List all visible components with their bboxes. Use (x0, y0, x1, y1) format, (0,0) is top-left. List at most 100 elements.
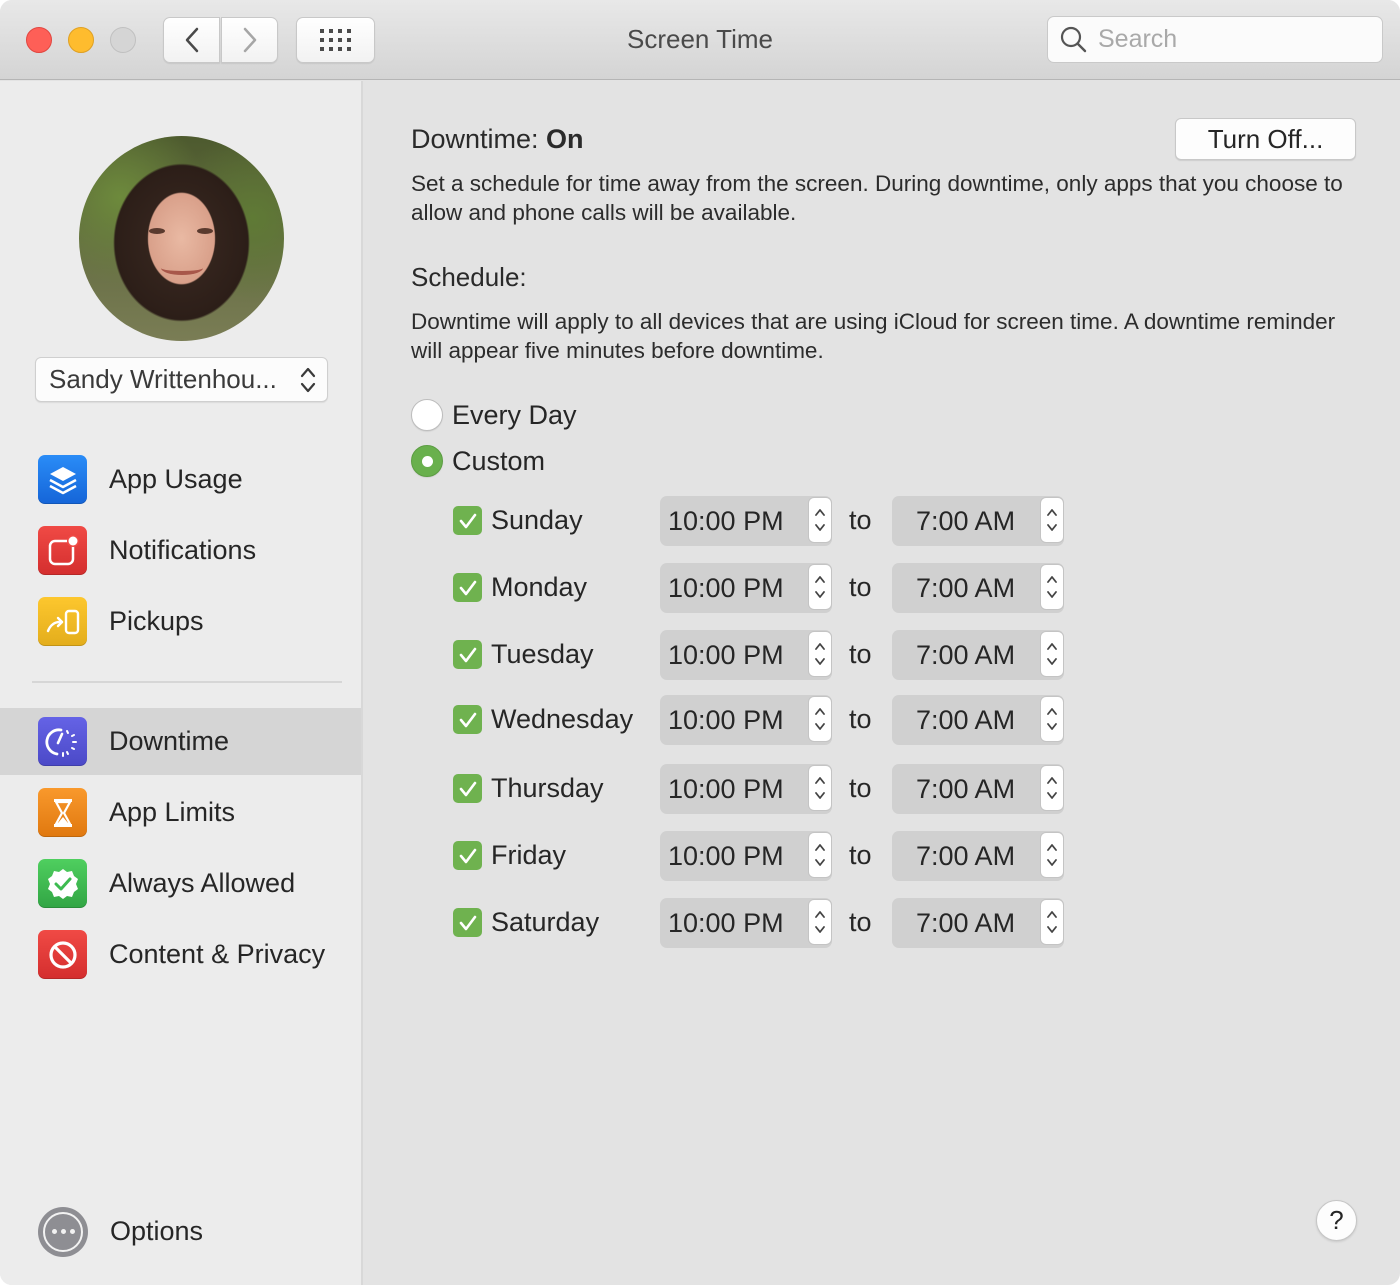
start-time-field[interactable]: 10:00 PM (660, 563, 832, 613)
help-button[interactable]: ? (1316, 1200, 1357, 1241)
checkmark-icon (459, 647, 476, 662)
start-time-field[interactable]: 10:00 PM (660, 695, 832, 745)
day-schedule-row: Saturday 10:00 PM to 7:00 AM (453, 898, 1073, 948)
start-time-stepper[interactable] (808, 832, 832, 878)
radio-button[interactable] (411, 445, 443, 477)
end-time-field[interactable]: 7:00 AM (892, 898, 1064, 948)
avatar-mouth (161, 261, 203, 275)
radio-button[interactable] (411, 399, 443, 431)
start-time-field[interactable]: 10:00 PM (660, 831, 832, 881)
end-time-field[interactable]: 7:00 AM (892, 695, 1064, 745)
stepper-arrows-icon (1047, 576, 1057, 598)
stepper-arrows-icon (815, 777, 825, 799)
sidebar-item-downtime[interactable]: Downtime (0, 708, 361, 775)
day-checkbox[interactable] (453, 841, 482, 870)
radio-label: Every Day (452, 399, 577, 430)
start-time-value[interactable]: 10:00 PM (668, 908, 796, 939)
end-time-value[interactable]: 7:00 AM (916, 705, 1028, 736)
sidebar-item-notifications[interactable]: Notifications (0, 517, 361, 584)
start-time-value[interactable]: 10:00 PM (668, 705, 796, 736)
day-checkbox[interactable] (453, 640, 482, 669)
end-time-value[interactable]: 7:00 AM (916, 506, 1028, 537)
end-time-field[interactable]: 7:00 AM (892, 764, 1064, 814)
user-name: Sandy Writtenhou... (49, 364, 277, 394)
sidebar-divider (32, 681, 342, 683)
sidebar-item-label: App Usage (109, 464, 243, 494)
start-time-stepper[interactable] (808, 497, 832, 543)
day-checkbox[interactable] (453, 705, 482, 734)
end-time-value[interactable]: 7:00 AM (916, 841, 1028, 872)
stepper-arrows-icon (1047, 708, 1057, 730)
day-checkbox[interactable] (453, 774, 482, 803)
downtime-state: On (546, 124, 584, 154)
sidebar-item-pickups[interactable]: Pickups (0, 588, 361, 655)
end-time-value[interactable]: 7:00 AM (916, 908, 1028, 939)
to-label: to (849, 704, 872, 734)
start-time-value[interactable]: 10:00 PM (668, 774, 796, 805)
hourglass-icon (38, 788, 87, 837)
end-time-value[interactable]: 7:00 AM (916, 573, 1028, 604)
day-label: Sunday (491, 505, 583, 535)
end-time-field[interactable]: 7:00 AM (892, 831, 1064, 881)
day-schedule-row: Sunday 10:00 PM to 7:00 AM (453, 496, 1073, 546)
end-time-stepper[interactable] (1040, 564, 1064, 610)
start-time-value[interactable]: 10:00 PM (668, 573, 796, 604)
start-time-stepper[interactable] (808, 765, 832, 811)
sidebar-item-content-privacy[interactable]: Content & Privacy (0, 921, 361, 988)
turn-off-button[interactable]: Turn Off... (1175, 118, 1356, 160)
start-time-field[interactable]: 10:00 PM (660, 630, 832, 680)
prohibited-icon (38, 930, 87, 979)
checkmark-icon (459, 513, 476, 528)
start-time-stepper[interactable] (808, 696, 832, 742)
start-time-stepper[interactable] (808, 564, 832, 610)
start-time-field[interactable]: 10:00 PM (660, 898, 832, 948)
end-time-stepper[interactable] (1040, 899, 1064, 945)
day-schedule-row: Thursday 10:00 PM to 7:00 AM (453, 764, 1073, 814)
schedule-description: Downtime will apply to all devices that … (411, 309, 1336, 363)
start-time-value[interactable]: 10:00 PM (668, 640, 796, 671)
day-label: Friday (491, 840, 567, 870)
day-checkbox[interactable] (453, 573, 482, 602)
search-icon (1060, 26, 1087, 52)
sidebar-item-app-usage[interactable]: App Usage (0, 446, 361, 513)
stepper-arrows-icon (1047, 643, 1057, 665)
search-field[interactable] (1047, 16, 1383, 63)
radio-custom[interactable]: Custom (411, 445, 545, 477)
day-label: Tuesday (491, 639, 594, 669)
radio-every-day[interactable]: Every Day (411, 399, 577, 431)
day-checkbox[interactable] (453, 506, 482, 535)
stepper-arrows-icon (815, 708, 825, 730)
sidebar-item-label: Notifications (109, 535, 257, 565)
start-time-stepper[interactable] (808, 631, 832, 677)
sidebar-item-app-limits[interactable]: App Limits (0, 779, 361, 846)
end-time-field[interactable]: 7:00 AM (892, 630, 1064, 680)
user-selector[interactable]: Sandy Writtenhou... (35, 357, 328, 402)
end-time-value[interactable]: 7:00 AM (916, 774, 1028, 805)
end-time-value[interactable]: 7:00 AM (916, 640, 1028, 671)
search-input[interactable] (1098, 25, 1358, 54)
sidebar-item-label: Always Allowed (109, 868, 296, 898)
end-time-stepper[interactable] (1040, 765, 1064, 811)
start-time-field[interactable]: 10:00 PM (660, 764, 832, 814)
end-time-field[interactable]: 7:00 AM (892, 496, 1064, 546)
to-label: to (849, 840, 872, 870)
end-time-field[interactable]: 7:00 AM (892, 563, 1064, 613)
day-checkbox[interactable] (453, 908, 482, 937)
checkmark-seal-icon (38, 859, 87, 908)
start-time-field[interactable]: 10:00 PM (660, 496, 832, 546)
title-bar: Screen Time (0, 0, 1400, 80)
end-time-stepper[interactable] (1040, 696, 1064, 742)
avatar-eye (149, 228, 165, 234)
screen-time-window: Screen Time Sandy Writtenhou... App Usag… (0, 0, 1400, 1285)
start-time-value[interactable]: 10:00 PM (668, 841, 796, 872)
end-time-stepper[interactable] (1040, 832, 1064, 878)
schedule-title: Schedule: (411, 262, 527, 292)
stepper-arrows-icon (815, 509, 825, 531)
sidebar-item-options[interactable]: Options (0, 1198, 361, 1265)
end-time-stepper[interactable] (1040, 497, 1064, 543)
stepper-arrows-icon (815, 576, 825, 598)
start-time-stepper[interactable] (808, 899, 832, 945)
start-time-value[interactable]: 10:00 PM (668, 506, 796, 537)
sidebar-item-always-allowed[interactable]: Always Allowed (0, 850, 361, 917)
end-time-stepper[interactable] (1040, 631, 1064, 677)
